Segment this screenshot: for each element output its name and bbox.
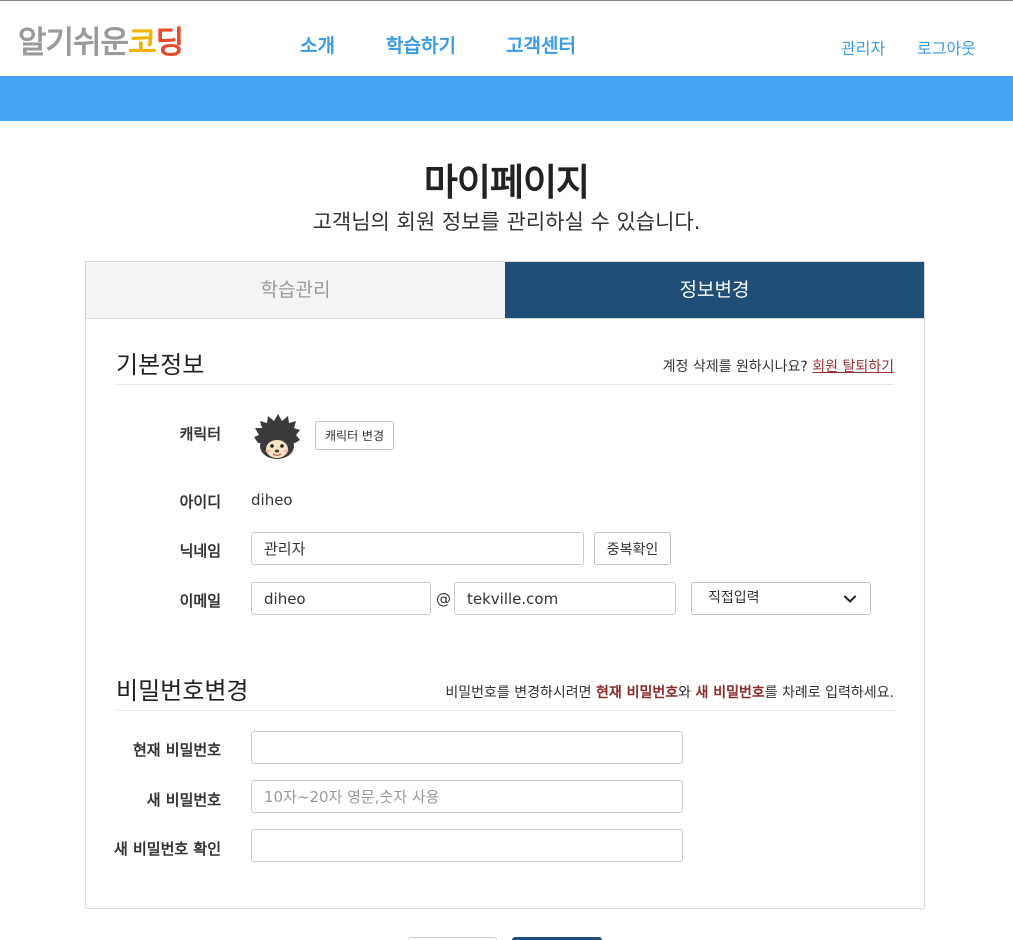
email-at-sign: @ — [436, 590, 451, 608]
change-character-button[interactable]: 캐릭터 변경 — [315, 421, 394, 450]
site-logo[interactable]: 알기쉬운 코 딩 — [18, 21, 185, 65]
nav-item-intro[interactable]: 소개 — [300, 31, 335, 58]
confirm-password-input[interactable] — [251, 829, 683, 862]
current-password-label: 현재 비밀번호 — [132, 741, 221, 759]
basic-info-title: 기본정보 — [116, 351, 205, 379]
section-divider — [116, 710, 894, 711]
tab-learning-management[interactable]: 학습관리 — [86, 262, 505, 318]
mypage-tabs: 학습관리 정보변경 — [86, 262, 924, 319]
password-note: 비밀번호를 변경하시려면 현재 비밀번호와 새 비밀번호를 차례로 입력하세요. — [445, 682, 894, 702]
password-note-new: 새 비밀번호 — [695, 685, 765, 701]
page-subtitle: 고객님의 회원 정보를 관리하실 수 있습니다. — [312, 210, 701, 234]
confirm-password-label: 새 비밀번호 확인 — [113, 840, 221, 858]
email-domain-select-value: 직접입력 — [708, 590, 760, 606]
email-label: 이메일 — [179, 592, 221, 610]
new-password-input[interactable] — [251, 780, 683, 813]
character-label: 캐릭터 — [179, 425, 221, 443]
withdraw-note-text: 계정 삭제를 원하시나요? — [662, 359, 808, 375]
logo-text-main: 알기쉬운 — [18, 25, 129, 61]
site-header: 알기쉬운 코 딩 소개 학습하기 고객센터 관리자 로그아웃 — [0, 1, 1013, 76]
tab-info-change[interactable]: 정보변경 — [505, 262, 924, 318]
email-local-input[interactable] — [251, 582, 431, 615]
withdraw-link[interactable]: 회원 탈퇴하기 — [812, 359, 894, 375]
password-note-end: 를 차례로 입력하세요. — [764, 685, 894, 701]
logout-link[interactable]: 로그아웃 — [917, 35, 976, 59]
chevron-down-icon — [844, 595, 856, 603]
email-domain-input[interactable] — [454, 582, 676, 615]
hedgehog-avatar-icon — [254, 414, 300, 459]
password-note-current: 현재 비밀번호 — [595, 685, 679, 701]
mypage-card: 학습관리 정보변경 기본정보 계정 삭제를 원하시나요? 회원 탈퇴하기 캐릭터… — [85, 261, 925, 909]
password-note-text: 비밀번호를 변경하시려면 — [445, 685, 596, 701]
nav-item-support[interactable]: 고객센터 — [506, 31, 576, 58]
withdraw-note: 계정 삭제를 원하시나요? 회원 탈퇴하기 — [663, 356, 894, 376]
nav-item-learn[interactable]: 학습하기 — [386, 31, 456, 58]
admin-link[interactable]: 관리자 — [841, 35, 885, 59]
page-title: 마이페이지 — [423, 161, 590, 204]
duplicate-check-button[interactable]: 중복확인 — [594, 532, 671, 565]
section-divider — [116, 384, 894, 385]
logo-text-accent-2: 딩 — [155, 25, 185, 61]
new-password-label: 새 비밀번호 — [146, 791, 221, 809]
id-label: 아이디 — [179, 493, 221, 511]
id-value: diheo — [251, 491, 293, 509]
header-accent-bar — [0, 76, 1013, 121]
current-password-input[interactable] — [251, 731, 683, 764]
password-note-and: 와 — [678, 685, 696, 701]
nickname-label: 닉네임 — [179, 542, 221, 560]
email-domain-select[interactable]: 직접입력 — [691, 582, 871, 615]
logo-text-accent-1: 코 — [128, 25, 157, 61]
nickname-input[interactable] — [251, 532, 584, 565]
password-change-title: 비밀번호변경 — [116, 677, 249, 705]
